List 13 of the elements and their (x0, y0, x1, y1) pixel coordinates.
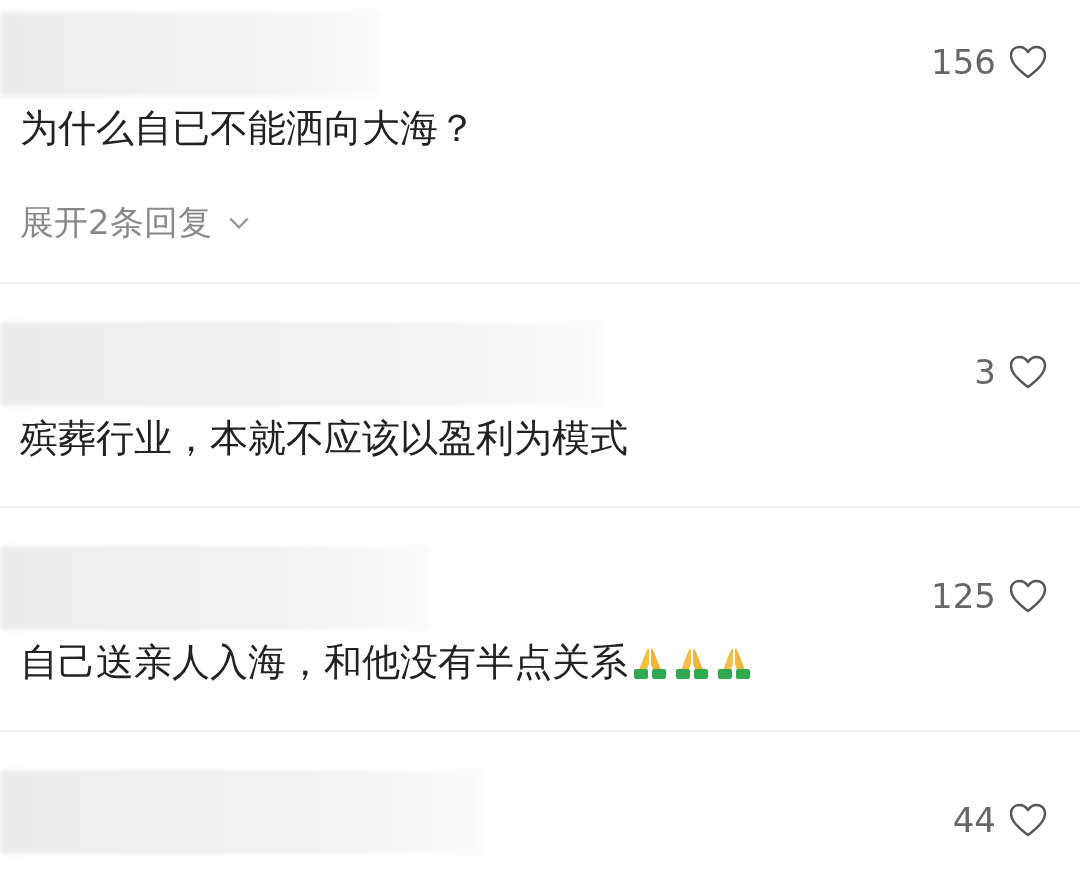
comment-text: 自己送亲人入海，和他没有半点关系 (20, 638, 628, 686)
comment-text: 为什么自已不能洒向大海？ (20, 104, 476, 152)
chevron-icon (227, 216, 250, 230)
like-count: 156 (931, 42, 996, 82)
heart-icon[interactable] (1008, 44, 1048, 80)
heart-icon[interactable] (1008, 802, 1048, 838)
like-count: 125 (931, 576, 996, 616)
expand-replies-link[interactable]: 展开2条回复 (20, 200, 250, 246)
comment-text: 殡葬行业，本就不应该以盈利为模式 (20, 414, 628, 462)
heart-icon[interactable] (1008, 578, 1048, 614)
heart-icon[interactable] (1008, 354, 1048, 390)
like-count: 3 (974, 352, 996, 392)
like-count: 44 (952, 800, 996, 840)
